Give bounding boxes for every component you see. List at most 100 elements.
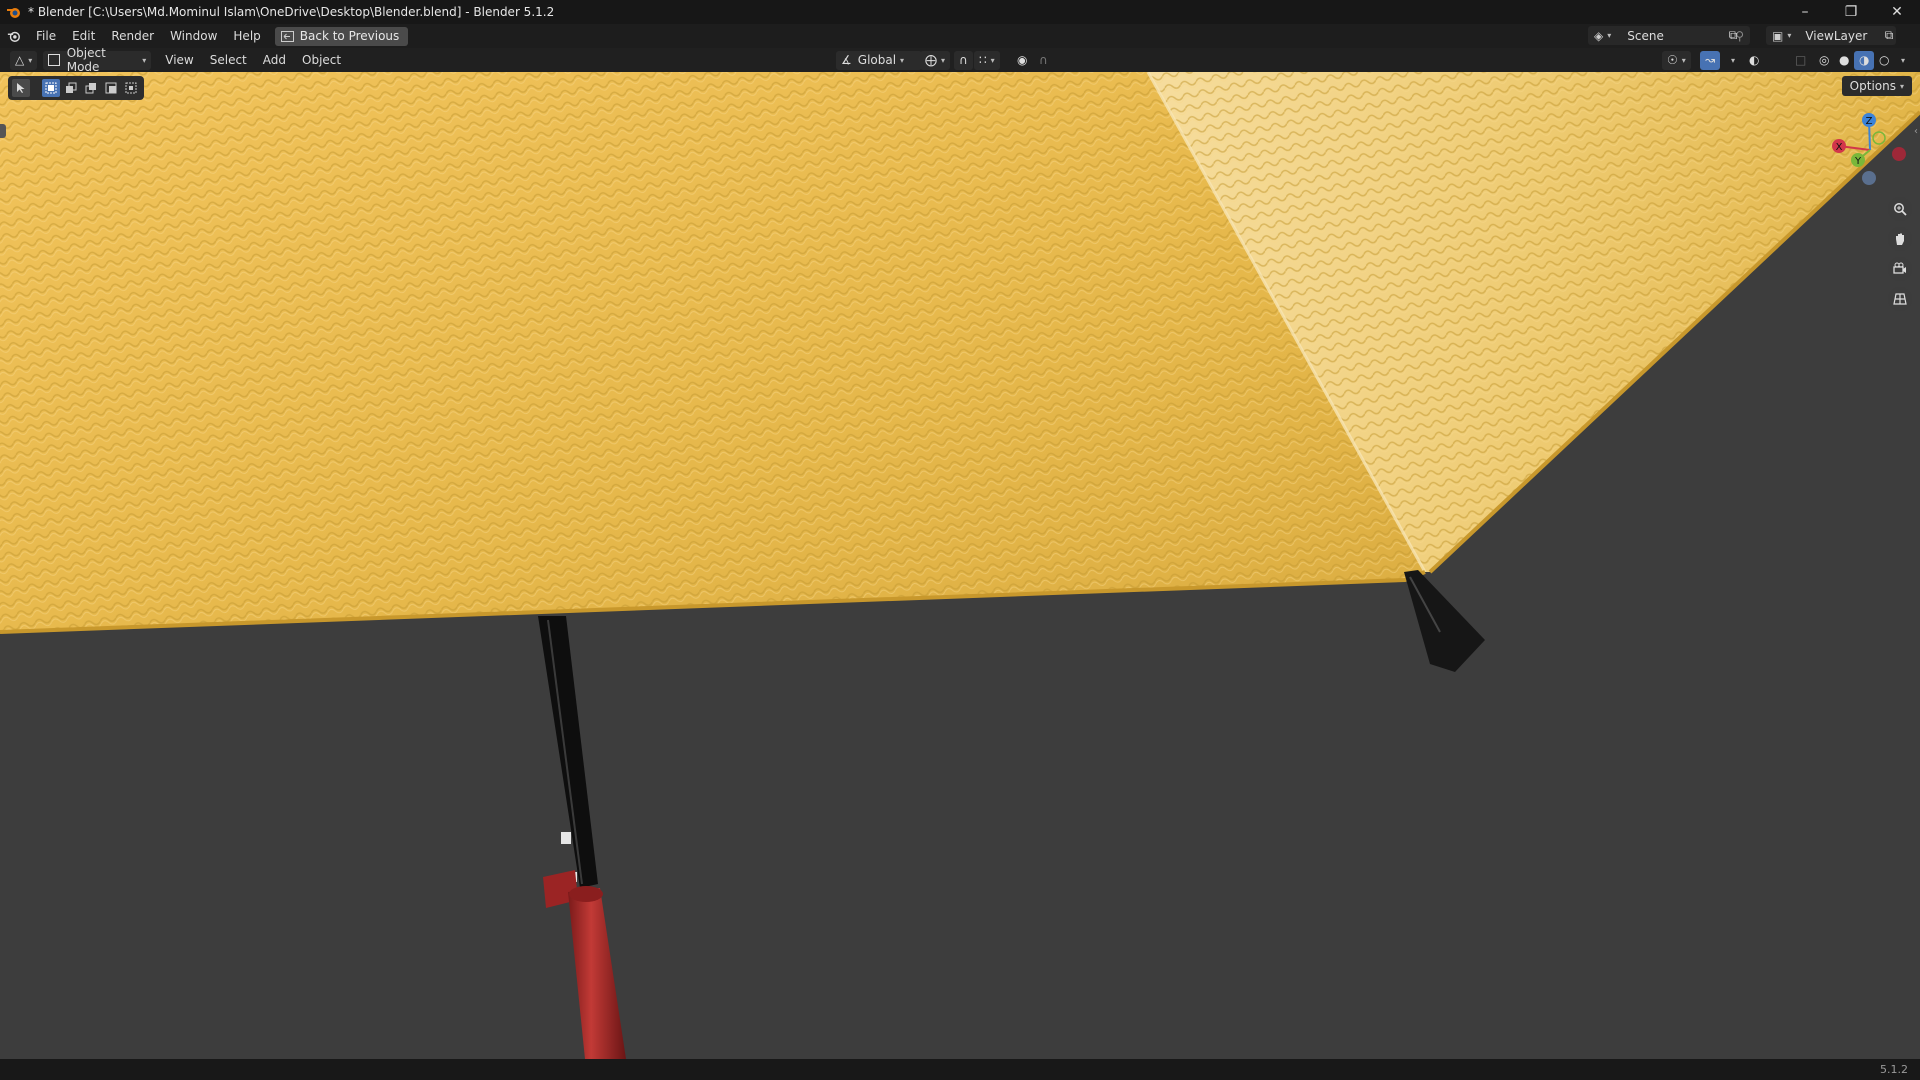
viewport-header: △ ▾ Object Mode ▾ View Select Add Object … [0,46,1920,74]
eye-icon: ☉ [1667,53,1678,67]
scene-dropdown-icon: ▾ [1607,31,1612,40]
pivot-point-dropdown[interactable]: ⨁ ▾ [920,50,951,70]
blender-logo-icon [7,8,20,18]
gizmo-toggle[interactable]: ↝ [1700,50,1721,70]
snap-target-dropdown[interactable]: ∷ ▾ [974,50,1000,70]
xray-toggle[interactable]: □ [1790,51,1811,70]
select-invert-icon[interactable] [102,79,120,97]
editor-type-button[interactable]: △ ▾ [10,50,38,70]
snap-toggle[interactable]: ∩ [954,50,973,70]
select-extend-icon[interactable] [62,79,80,97]
transform-orientation-dropdown[interactable]: ∡ Global ▾ [836,50,922,70]
select-new-icon[interactable] [42,79,60,97]
runner-clip-upper[interactable] [561,832,571,844]
menu-file[interactable]: File [28,24,64,48]
back-to-previous-button[interactable]: Back to Previous [274,26,409,46]
umbrella-shaft[interactable] [538,616,598,888]
overlay-toggle[interactable]: ◐ [1744,51,1764,70]
gizmo-x-label: X [1836,142,1843,153]
camera-view-icon[interactable] [1888,257,1912,281]
navigation-gizmo[interactable]: Z X Y [1825,102,1915,192]
screen-icon [280,30,294,42]
blender-menu-icon[interactable] [0,29,28,43]
header-menu-select[interactable]: Select [202,48,255,72]
handle-top [569,886,603,902]
gizmo-dropdown[interactable]: ▾ [1722,51,1740,70]
options-dropdown[interactable]: Options ▾ [1841,76,1912,96]
proportional-editing-toggle[interactable]: ◉ [1012,51,1032,70]
3d-viewport[interactable]: Z X Y [0,72,1920,1059]
select-intersect-icon[interactable] [122,79,140,97]
menu-render[interactable]: Render [103,24,162,48]
object-mode-dropdown[interactable]: Object Mode ▾ [43,46,152,74]
scene-name: Scene [1627,28,1664,43]
object-mode-label: Object Mode [66,46,106,74]
material-preview-icon: ◑ [1859,53,1870,67]
snap-magnet-icon: ∩ [959,53,968,67]
menu-edit[interactable]: Edit [64,24,103,48]
viewlayer-icon: ▣ [1772,28,1784,43]
back-to-previous-label: Back to Previous [299,29,400,43]
gizmo-y-label: Y [1854,156,1862,167]
zoom-icon[interactable] [1888,197,1912,221]
header-menu-add[interactable]: Add [255,48,294,72]
scene-icon: ◈ [1594,28,1604,43]
gizmo-neg-x-axis[interactable] [1892,147,1906,161]
version-label: 5.1.2 [1880,1063,1908,1076]
visibility-dropdown[interactable]: ☉ ▾ [1662,50,1691,70]
wireframe-icon: ◎ [1819,53,1830,67]
solid-shading-button[interactable]: ● [1834,51,1854,70]
snap-grid-icon: ∷ [979,53,987,67]
orientation-label: Global [857,53,897,67]
orientation-dropdown-icon: ▾ [900,55,905,65]
restore-icon[interactable]: ❐ [1828,0,1874,24]
title-bar: * Blender [C:\Users\Md.Mominul Islam\One… [0,0,1920,24]
select-subtract-icon[interactable] [82,79,100,97]
pivot-icon: ⨁ [925,53,937,67]
3d-viewport-icon: △ [15,53,25,67]
falloff-dropdown[interactable]: ∩ [1034,51,1053,70]
mode-dropdown-icon: ▾ [142,55,147,65]
shading-dropdown-icon: ▾ [1901,55,1906,65]
new-viewlayer-icon[interactable]: ⧉ [1878,26,1900,45]
snap-dropdown-icon: ▾ [990,55,995,65]
shading-dropdown[interactable]: ▾ [1892,51,1910,70]
header-menu-view[interactable]: View [157,48,201,72]
solid-icon: ● [1839,53,1850,67]
status-bar: 5.1.2 [0,1059,1920,1080]
perspective-grid-icon[interactable] [1888,287,1912,311]
visibility-dropdown-icon: ▾ [1681,55,1686,65]
minimize-icon[interactable]: – [1782,0,1828,24]
gizmo-neg-z-axis[interactable] [1862,171,1876,185]
wireframe-shading-button[interactable]: ◎ [1814,51,1834,70]
proportional-icon: ◉ [1017,53,1028,67]
rendered-icon: ○ [1879,53,1890,67]
options-dropdown-icon: ▾ [1899,81,1904,91]
editor-type-dropdown-icon: ▾ [28,55,33,65]
toolbar-expand-handle[interactable] [0,124,6,138]
umbrella-handle[interactable] [568,888,626,1059]
gizmo-z-label: Z [1866,116,1873,127]
umbrella-scene [0,72,1920,1059]
viewlayer-dropdown-icon: ▾ [1787,31,1792,40]
window-title: * Blender [C:\Users\Md.Mominul Islam\One… [28,5,555,19]
menu-help[interactable]: Help [225,24,268,48]
gizmo-icon: ↝ [1705,53,1716,67]
gizmo-neg-y-axis[interactable] [1872,131,1886,145]
falloff-icon: ∩ [1039,53,1048,67]
new-scene-icon[interactable]: ⧉ [1722,26,1744,45]
gizmo-dropdown-icon: ▾ [1731,55,1736,65]
material-preview-button[interactable]: ◑ [1854,50,1875,70]
sidebar-toggle-icon[interactable]: ‹ [1914,126,1918,137]
close-icon[interactable]: ✕ [1874,0,1920,24]
menu-window[interactable]: Window [162,24,225,48]
pan-hand-icon[interactable] [1888,227,1912,251]
select-cursor-icon[interactable] [12,79,30,97]
overlay-icon: ◐ [1749,53,1760,67]
select-mode-tools [8,76,144,100]
orientation-icon: ∡ [841,53,852,67]
viewlayer-selector[interactable]: ▣ ▾ ViewLayer [1766,26,1896,45]
header-menu-object[interactable]: Object [294,48,349,72]
rib-tip[interactable] [1404,570,1485,672]
pivot-dropdown-icon: ▾ [941,55,946,65]
